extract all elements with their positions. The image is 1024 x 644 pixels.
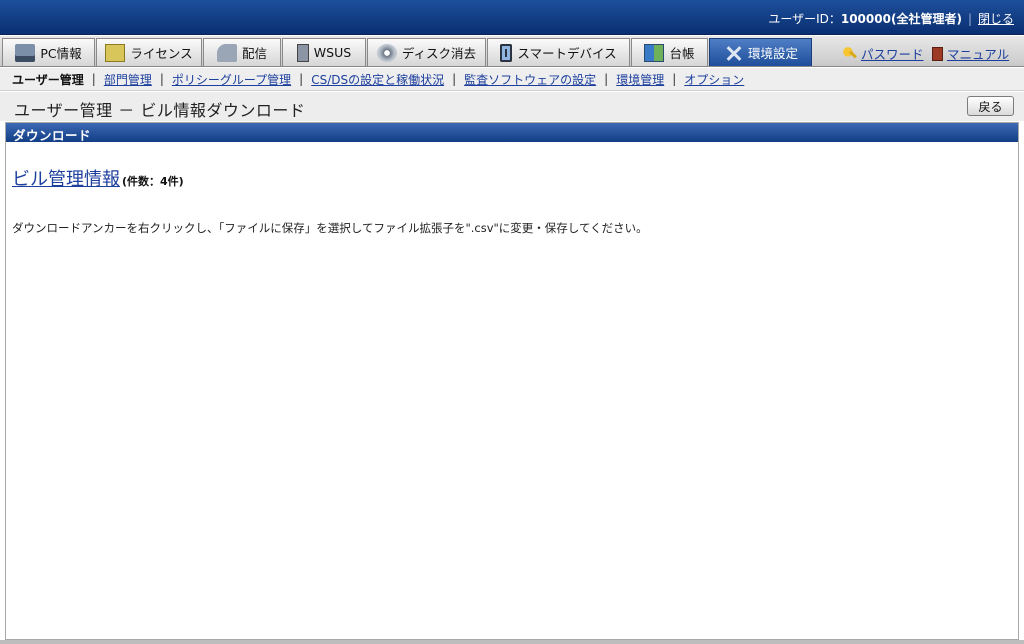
tab-label: WSUS — [313, 45, 352, 60]
tab-label: PC情報 — [40, 46, 82, 61]
disk-erase-icon — [376, 43, 397, 62]
subnav-separator: | — [672, 72, 677, 86]
license-icon — [105, 43, 126, 62]
tab-pc-info[interactable]: PC情報 — [2, 38, 95, 66]
download-instruction: ダウンロードアンカーを右クリックし、「ファイルに保存」を選択してファイル拡張子を… — [12, 221, 648, 235]
tab-label: 台帳 — [669, 46, 695, 61]
subnav-separator: | — [159, 72, 164, 86]
subnav-cs-ds-settings[interactable]: CS/DSの設定と稼働状況 — [311, 71, 444, 88]
tab-label: 配信 — [241, 46, 267, 61]
tab-disk-erase[interactable]: ディスク消去 — [367, 38, 486, 66]
user-id-value: 100000(全社管理者) — [840, 12, 962, 26]
subnav-policy-group-management[interactable]: ポリシーグループ管理 — [172, 71, 291, 88]
password-link[interactable]: パスワード — [843, 44, 924, 63]
tab-label: ライセンス — [130, 46, 193, 61]
subnav-audit-software-settings[interactable]: 監査ソフトウェアの設定 — [464, 71, 596, 88]
subnav-options[interactable]: オプション — [684, 71, 744, 88]
subnav-separator: | — [452, 72, 457, 86]
header-separator: | — [967, 12, 972, 26]
bottom-strip — [0, 640, 1024, 644]
user-id-label: ユーザーID： — [768, 12, 841, 26]
top-header-bar: ユーザーID：100000(全社管理者) | 閉じる — [0, 0, 1024, 35]
password-link-label: パスワード — [861, 47, 924, 62]
page-title: ユーザー管理 － ビル情報ダウンロード — [14, 101, 306, 120]
tab-label: ディスク消去 — [401, 46, 477, 61]
record-count: (件数：4件) — [122, 175, 184, 188]
manual-link[interactable]: マニュアル — [932, 44, 1009, 63]
tab-wsus[interactable]: WSUS — [282, 38, 366, 66]
panel-heading: ダウンロード — [6, 123, 1018, 143]
tab-distribution[interactable]: 配信 — [203, 38, 281, 66]
tab-ledger[interactable]: 台帳 — [631, 38, 708, 66]
subnav-separator: | — [91, 72, 96, 86]
tab-label: 環境設定 — [747, 46, 798, 61]
distribution-icon — [216, 43, 237, 62]
subnav-separator: | — [604, 72, 609, 86]
close-link[interactable]: 閉じる — [978, 12, 1014, 26]
subnav-current-user-management: ユーザー管理 — [12, 72, 84, 87]
manual-link-label: マニュアル — [947, 47, 1010, 62]
subnav-environment-management[interactable]: 環境管理 — [616, 71, 664, 88]
user-info: ユーザーID：100000(全社管理者) | 閉じる — [768, 10, 1014, 27]
download-panel: ダウンロード ビル管理情報 (件数：4件) ダウンロードアンカーを右クリックし、… — [5, 122, 1019, 640]
building-info-download-link[interactable]: ビル管理情報 — [12, 165, 120, 191]
tab-smart-device[interactable]: スマートデバイス — [487, 38, 630, 66]
page-title-row: ユーザー管理 － ビル情報ダウンロード 戻る — [0, 92, 1024, 121]
back-button[interactable]: 戻る — [967, 96, 1014, 116]
tools-icon — [723, 44, 743, 62]
main-tab-bar: PC情報 ライセンス 配信 WSUS ディスク消去 スマートデバイス 台帳 環境… — [0, 36, 1024, 67]
ledger-icon — [644, 43, 665, 62]
wsus-server-icon — [296, 43, 309, 62]
subnav-department-management[interactable]: 部門管理 — [104, 71, 152, 88]
pc-icon — [15, 43, 36, 62]
subnav-separator: | — [299, 72, 304, 86]
key-icon — [843, 46, 857, 61]
tab-label: スマートデバイス — [517, 46, 617, 61]
smart-device-icon — [500, 43, 513, 62]
tab-license[interactable]: ライセンス — [96, 38, 202, 66]
book-icon — [932, 46, 943, 61]
sub-navigation: ユーザー管理 | 部門管理 | ポリシーグループ管理 | CS/DSの設定と稼働… — [0, 68, 1024, 91]
tab-environment-settings[interactable]: 環境設定 — [709, 38, 812, 66]
download-row: ビル管理情報 (件数：4件) — [12, 165, 184, 191]
